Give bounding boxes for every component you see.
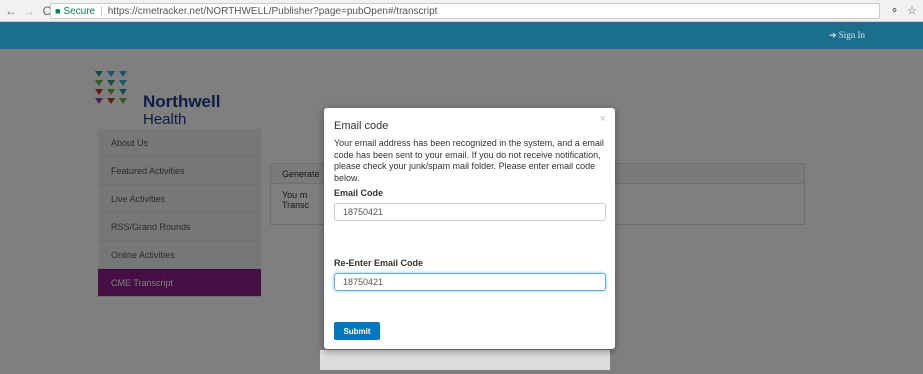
browser-toolbar: ← → C ■ Secure | https://cmetracker.net/… [0, 0, 923, 22]
address-bar[interactable]: ■ Secure | https://cmetracker.net/NORTHW… [50, 3, 880, 19]
dialog-message: Your email address has been recognized i… [334, 138, 604, 183]
forward-icon[interactable]: → [22, 4, 36, 18]
reenter-email-code-input[interactable] [334, 273, 606, 291]
modal-shadow [320, 350, 610, 370]
browser-actions: ⚬ ☆ [890, 4, 917, 17]
email-code-input[interactable] [334, 203, 606, 221]
back-icon[interactable]: ← [4, 4, 18, 18]
dialog-title: Email code [334, 120, 389, 132]
email-code-label: Email Code [334, 188, 384, 198]
close-icon[interactable]: × [600, 113, 606, 125]
secure-label: Secure [63, 5, 96, 17]
sign-in-link[interactable]: ➔ Sign In [829, 30, 865, 41]
url-text: https://cmetracker.net/NORTHWELL/Publish… [107, 5, 438, 17]
reenter-email-code-label: Re-Enter Email Code [334, 258, 424, 268]
email-code-dialog: × Email code Your email address has been… [324, 108, 615, 349]
sign-in-label: Sign In [838, 30, 865, 40]
lock-icon: ■ [55, 6, 61, 16]
submit-button[interactable]: Submit [334, 322, 380, 340]
star-icon[interactable]: ☆ [907, 4, 917, 17]
divider: | [100, 5, 103, 17]
app-header: ➔ Sign In [0, 22, 923, 49]
key-icon[interactable]: ⚬ [890, 4, 899, 17]
